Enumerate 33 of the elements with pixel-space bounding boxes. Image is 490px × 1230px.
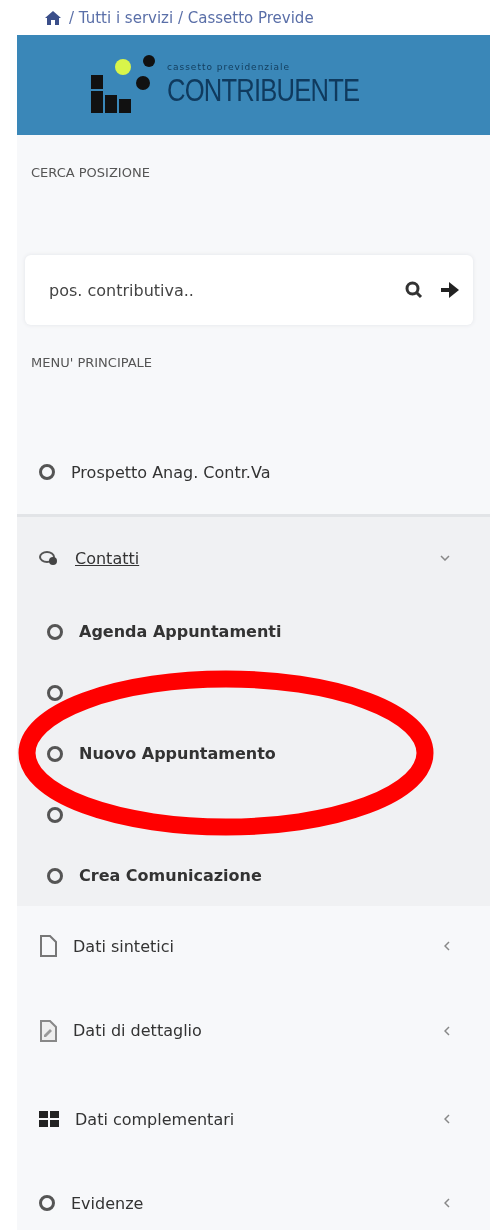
circle-icon <box>47 806 63 823</box>
search-icon[interactable] <box>405 281 423 299</box>
submenu-item[interactable]: Crea Comunicazione <box>17 845 490 906</box>
grid-icon <box>39 1111 59 1127</box>
chevron-left-icon <box>444 941 450 951</box>
chevron-left-icon <box>444 1025 450 1036</box>
circle-icon <box>47 745 63 762</box>
logo-title: CONTRIBUENTE <box>167 71 360 109</box>
logo-subtitle: cassetto previdenziale <box>167 61 292 72</box>
home-icon[interactable] <box>45 10 61 25</box>
menu-item[interactable]: Dati di dettaglio <box>17 986 490 1075</box>
circle-icon <box>47 623 63 640</box>
arrow-right-icon[interactable] <box>441 282 459 298</box>
circle-icon <box>39 464 55 480</box>
section-title: MENU' PRINCIPALE <box>31 355 153 370</box>
circle-icon <box>47 867 63 884</box>
chat-icon <box>39 550 59 566</box>
menu-item[interactable]: Prospetto Anag. Contr.Va <box>17 430 490 514</box>
chevron-left-icon <box>444 1198 450 1208</box>
circle-icon <box>39 1195 55 1211</box>
file-icon <box>39 935 57 957</box>
menu-item[interactable]: Dati complementari <box>17 1075 490 1163</box>
file-edit-icon <box>39 1019 57 1042</box>
submenu-item[interactable]: Nuovo Appuntamento <box>17 723 490 784</box>
submenu-item[interactable]: Agenda Appuntamenti <box>17 601 490 662</box>
menu-item[interactable]: Dati sintetici <box>17 906 490 986</box>
section-title: CERCA POSIZIONE <box>31 165 150 180</box>
circle-icon <box>47 684 63 701</box>
breadcrumb-link[interactable]: / Tutti i servizi / Cassetto Previde <box>69 8 314 27</box>
chevron-left-icon <box>444 1114 450 1124</box>
menu-item[interactable]: Contatti <box>17 514 490 599</box>
menu-item[interactable]: Evidenze <box>17 1163 490 1230</box>
chevron-down-icon <box>440 555 450 561</box>
